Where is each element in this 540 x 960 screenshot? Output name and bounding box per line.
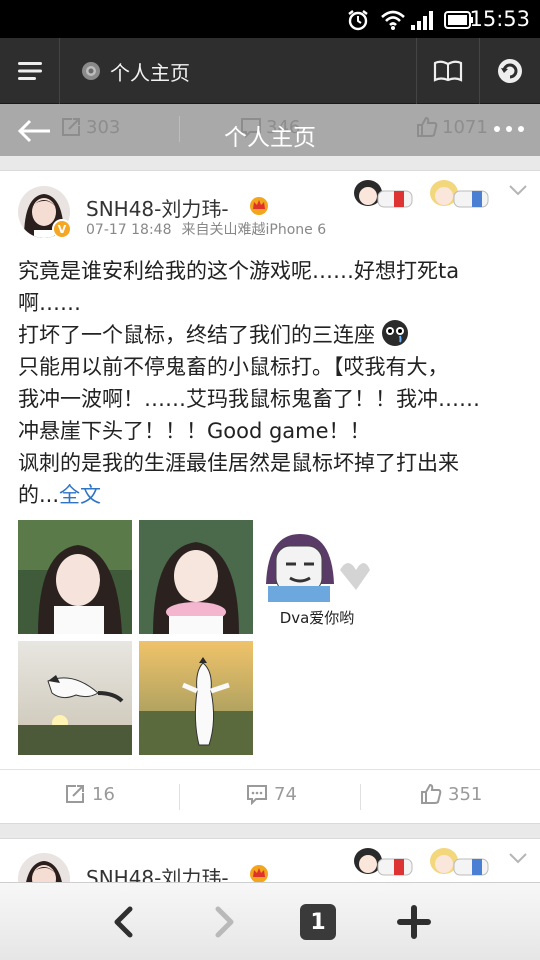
image-caption: Dva爱你哟 <box>279 609 355 627</box>
site-globe-icon <box>82 62 100 80</box>
more-dot-icon <box>506 126 512 132</box>
jumping-cat-photo-image <box>18 641 132 755</box>
divider <box>179 784 180 810</box>
post-line: 啊…… <box>18 291 81 315</box>
repost-count: 16 <box>92 783 115 805</box>
chevron-left-icon <box>114 906 133 938</box>
post-photo[interactable] <box>139 520 253 634</box>
wifi-icon <box>381 10 405 30</box>
alarm-icon <box>348 10 368 31</box>
more-dot-icon <box>494 126 500 132</box>
more-button[interactable] <box>494 126 524 132</box>
post-action-bar: 16 74 351 <box>0 769 540 823</box>
verified-badge-icon: V <box>52 219 72 239</box>
tabs-button[interactable]: 1 <box>278 883 358 960</box>
post-line: 究竟是谁安利给我的这个游戏呢……好想打死ta <box>18 259 460 283</box>
chevron-down-icon[interactable] <box>508 183 528 197</box>
comment-button[interactable]: 74 <box>246 783 297 805</box>
post-line: 的...全文 <box>18 479 528 511</box>
post-line: 打坏了一个鼠标，终结了我们的三连座 <box>18 319 528 351</box>
photo-image <box>139 520 253 634</box>
divider <box>360 784 361 810</box>
post-date: 07-17 18:48 <box>86 222 172 238</box>
comment-icon <box>247 785 267 805</box>
card-sticker-decoration <box>354 180 489 208</box>
book-icon <box>433 60 462 82</box>
post-photo[interactable] <box>18 641 132 755</box>
post-line: 只能用以前不停鬼畜的小鼠标打。【哎我有大， <box>18 355 449 379</box>
more-dot-icon <box>518 126 524 132</box>
post-meta: 07-17 18:48 来自关山难越iPhone 6 <box>86 219 326 239</box>
crown-badge-icon <box>250 197 268 215</box>
repost-icon <box>66 785 84 803</box>
card-sticker-decoration <box>354 848 489 876</box>
like-button[interactable]: 351 <box>420 783 482 805</box>
address-bar[interactable]: 个人主页 <box>62 38 414 104</box>
post-body: 究竟是谁安利给我的这个游戏呢……好想打死ta 啊…… 打坏了一个鼠标，终结了我们… <box>18 255 528 511</box>
post-photo[interactable]: Dva爱你哟 <box>260 520 374 634</box>
crying-emoji-icon <box>382 320 408 346</box>
post-line-text: 的... <box>18 483 60 507</box>
like-count: 351 <box>448 783 483 805</box>
post-source: 来自关山难越iPhone 6 <box>181 222 327 238</box>
comment-count: 74 <box>274 783 297 805</box>
menu-icon <box>17 62 42 80</box>
repost-button[interactable]: 16 <box>64 783 115 805</box>
back-nav-button[interactable] <box>84 883 164 960</box>
new-tab-button[interactable] <box>374 883 454 960</box>
chevron-right-icon <box>215 906 234 938</box>
post-line: 冲悬崖下头了！！！Good game！！ <box>18 419 371 443</box>
post-card: V SNH48-刘力玮- 07-17 18:48 来自关山难越iPhone 6 究… <box>0 170 540 824</box>
full-text-link[interactable]: 全文 <box>59 483 101 507</box>
plus-icon <box>397 905 431 939</box>
status-time: 15:53 <box>469 7 530 31</box>
page-header: 303 346 1071 个人主页 <box>0 104 540 156</box>
browser-toolbar: 个人主页 <box>0 38 540 104</box>
signal-icon <box>411 11 433 30</box>
chevron-down-icon[interactable] <box>508 851 528 865</box>
forward-nav-button[interactable] <box>184 883 264 960</box>
tab-count: 1 <box>300 904 336 940</box>
page-url-title: 个人主页 <box>110 60 190 85</box>
browser-bottom-nav: 1 <box>0 882 540 960</box>
post-photo[interactable] <box>18 520 132 634</box>
photo-image <box>18 520 132 634</box>
post-photo[interactable] <box>139 641 253 755</box>
page-title: 个人主页 <box>224 125 316 151</box>
crown-badge-icon <box>250 865 268 883</box>
thumbs-up-icon <box>421 783 442 804</box>
post-line: 我冲一波啊！……艾玛我鼠标鬼畜了！！我冲…… <box>18 387 480 411</box>
user-name[interactable]: SNH48-刘力玮- <box>86 193 229 222</box>
refresh-button[interactable] <box>479 38 540 104</box>
status-bar: 15:53 <box>0 0 540 38</box>
reader-mode-button[interactable] <box>416 38 478 104</box>
menu-button[interactable] <box>0 38 60 104</box>
standing-cat-photo-image <box>139 641 253 755</box>
post-line: 讽刺的是我的生涯最佳居然是鼠标坏掉了打出来 <box>18 451 459 475</box>
post-line-text: 打坏了一个鼠标，终结了我们的三连座 <box>18 323 375 347</box>
refresh-icon <box>498 59 522 83</box>
